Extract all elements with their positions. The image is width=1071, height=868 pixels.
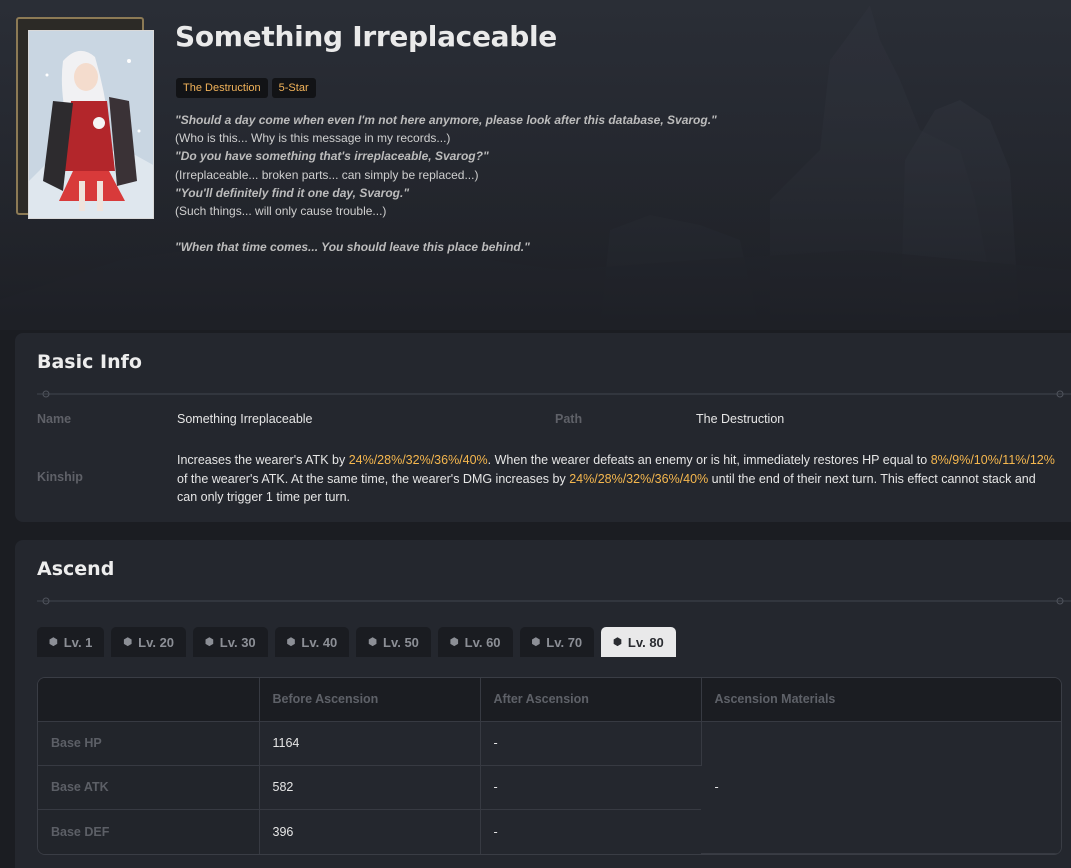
tab-label: Lv. 1: [63, 634, 93, 650]
table-row: Base HP 1164 - -: [38, 721, 1061, 854]
flavor-gap: [175, 220, 775, 238]
tab-lv-60[interactable]: ⬢ Lv. 60: [437, 627, 513, 657]
path-label: Path: [555, 412, 583, 426]
basic-info-section: Basic Info Name Something Irreplaceable …: [15, 333, 1071, 522]
lightcone-page: Something Irreplaceable The Destruction …: [0, 0, 1071, 868]
cube-icon: ⬢: [286, 636, 296, 648]
path-value: The Destruction: [696, 412, 785, 426]
cube-icon: ⬢: [49, 636, 58, 648]
cube-icon: ⬢: [368, 636, 378, 648]
tab-lv-30[interactable]: ⬢ Lv. 30: [193, 627, 268, 657]
tab-lv-40[interactable]: ⬢ Lv. 40: [274, 627, 350, 657]
flavor-line: "You'll definitely find it one day, Svar…: [175, 185, 410, 200]
tab-label: Lv. 80: [627, 634, 664, 650]
flavor-line: (Who is this... Why is this message in m…: [175, 131, 451, 146]
kinship-value-highlight: 24%/28%/32%/36%/40%: [569, 471, 709, 486]
lightcone-card-art: [28, 30, 154, 219]
path-badge: The Destruction: [176, 78, 268, 98]
flavor-line: "Should a day come when even I'm not her…: [175, 113, 717, 127]
cube-icon: ⬢: [531, 636, 541, 648]
cube-icon: ⬢: [449, 636, 459, 648]
kinship-label: Kinship: [37, 470, 83, 484]
flavor-line: (Irreplaceable... broken parts... can si…: [175, 167, 479, 182]
after-value: -: [480, 809, 701, 854]
before-value: 396: [259, 809, 481, 854]
tab-lv-50[interactable]: ⬢ Lv. 50: [356, 627, 431, 657]
row-label: Base DEF: [38, 809, 260, 854]
tab-label: Lv. 30: [219, 634, 256, 650]
flavor-line: "When that time comes... You should leav…: [175, 240, 530, 255]
row-label: Base ATK: [38, 765, 260, 810]
tab-lv-20[interactable]: ⬢ Lv. 20: [111, 627, 187, 657]
flavor-text: "Should a day come when even I'm not her…: [175, 111, 775, 256]
after-value: -: [480, 721, 702, 766]
tab-lv-1[interactable]: ⬢ Lv. 1: [37, 627, 105, 657]
section-title-ascend: Ascend: [37, 558, 115, 580]
cube-icon: ⬢: [613, 636, 622, 648]
after-value: -: [480, 765, 701, 810]
tab-lv-70[interactable]: ⬢ Lv. 70: [519, 627, 595, 657]
section-divider: [37, 390, 1071, 398]
section-divider: [37, 597, 1071, 605]
flavor-line: "Do you have something that's irreplacea…: [175, 149, 489, 164]
tab-lv-80[interactable]: ⬢ Lv. 80: [601, 627, 676, 657]
cube-icon: ⬢: [123, 636, 133, 648]
rarity-badge: 5-Star: [271, 78, 316, 98]
column-header-after: After Ascension: [480, 678, 702, 722]
tab-label: Lv. 40: [301, 634, 338, 650]
ascend-section: Ascend ⬢ Lv. 1 ⬢ Lv. 20 ⬢ Lv. 30 ⬢ Lv. 40 ⬢ L…: [15, 540, 1071, 868]
name-label: Name: [37, 412, 72, 426]
kinship-text: of the wearer's ATK. At the same time, t…: [177, 471, 570, 486]
level-tabs: ⬢ Lv. 1 ⬢ Lv. 20 ⬢ Lv. 30 ⬢ Lv. 40 ⬢ Lv. 50 ⬢…: [37, 627, 676, 657]
materials-value: -: [701, 721, 1061, 854]
tab-label: Lv. 50: [383, 634, 419, 650]
kinship-value-highlight: 8%/9%/10%/11%/12%: [930, 453, 1055, 467]
section-title-basic-info: Basic Info: [37, 351, 142, 373]
ascension-table: Before Ascension After Ascension Ascensi…: [37, 677, 1062, 855]
tag-list: The Destruction 5-Star: [176, 78, 316, 98]
column-header-materials: Ascension Materials: [701, 678, 1061, 722]
column-header: [38, 678, 260, 722]
flavor-line: (Such things... will only cause trouble.…: [175, 204, 387, 219]
column-header-before: Before Ascension: [259, 678, 481, 722]
before-value: 1164: [259, 721, 481, 766]
tab-label: Lv. 70: [546, 634, 583, 650]
kinship-text: Increases the wearer's ATK by: [177, 453, 349, 467]
cube-icon: ⬢: [205, 636, 214, 648]
kinship-value-highlight: 24%/28%/32%/36%/40%: [348, 453, 488, 467]
before-value: 582: [259, 765, 481, 810]
tab-label: Lv. 20: [138, 634, 175, 650]
row-label: Base HP: [38, 721, 260, 766]
hero-banner: Something Irreplaceable The Destruction …: [0, 0, 1071, 330]
name-value: Something Irreplaceable: [177, 412, 313, 426]
page-title: Something Irreplaceable: [175, 20, 557, 53]
table-header-row: Before Ascension After Ascension Ascensi…: [38, 678, 1061, 722]
kinship-description: Increases the wearer's ATK by 24%/28%/32…: [177, 451, 1057, 507]
tab-label: Lv. 60: [464, 634, 501, 650]
kinship-text: . When the wearer defeats an enemy or is…: [487, 453, 931, 467]
